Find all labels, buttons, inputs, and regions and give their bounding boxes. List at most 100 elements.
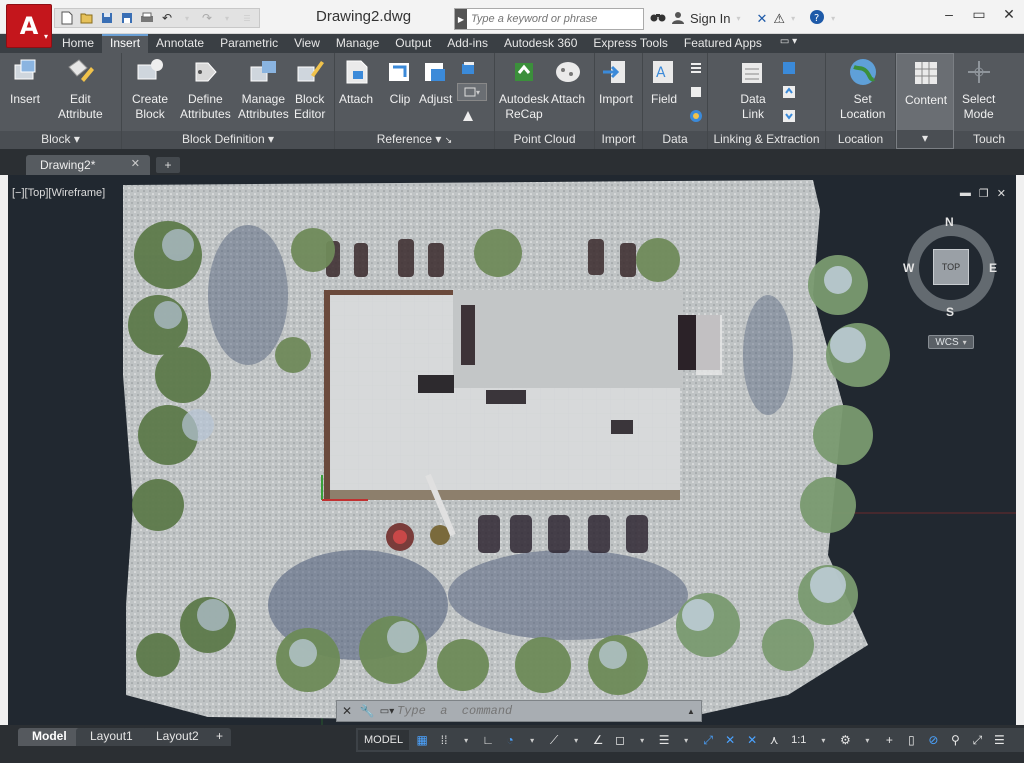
snap-icon[interactable]: ⁞⁞ bbox=[435, 730, 453, 750]
customization-menu-icon[interactable]: ☰ bbox=[990, 730, 1008, 750]
isodraft-dropdown-icon[interactable]: ▾ bbox=[567, 730, 585, 750]
object-snap-icon[interactable]: ◻ bbox=[611, 730, 629, 750]
ortho-icon[interactable]: ∟ bbox=[479, 730, 497, 750]
undo-dropdown-icon[interactable]: ▾ bbox=[178, 9, 196, 27]
polar-dropdown-icon[interactable]: ▾ bbox=[523, 730, 541, 750]
customize-qat-icon[interactable]: ☰ bbox=[238, 9, 256, 27]
tab-annotate[interactable]: Annotate bbox=[148, 34, 212, 53]
tab-insert[interactable]: Insert bbox=[102, 34, 149, 53]
compass-north[interactable]: N bbox=[945, 215, 954, 229]
hyperlink-icon[interactable] bbox=[687, 107, 705, 125]
extract-data-icon[interactable] bbox=[780, 59, 798, 77]
import-button[interactable]: Import bbox=[599, 57, 633, 107]
layout-tab-layout2[interactable]: Layout2 bbox=[142, 728, 213, 746]
sign-in-link[interactable]: Sign In bbox=[690, 11, 730, 26]
maximize-icon[interactable]: ▭ bbox=[964, 0, 994, 28]
clip-button[interactable]: Clip bbox=[385, 57, 415, 107]
define-attributes-button[interactable]: Define Attributes bbox=[180, 57, 231, 122]
adjust-button[interactable]: Adjust bbox=[419, 57, 452, 107]
panel-touch-title[interactable]: Touch bbox=[954, 131, 1024, 149]
viewport-close-icon[interactable]: ✕ bbox=[997, 187, 1006, 200]
new-tab-button[interactable]: + bbox=[156, 157, 180, 173]
command-prompt-icon[interactable]: ▭▾ bbox=[377, 701, 397, 721]
new-file-icon[interactable] bbox=[58, 9, 76, 27]
command-input[interactable] bbox=[397, 704, 687, 718]
create-block-button[interactable]: Create Block bbox=[132, 57, 168, 122]
polar-tracking-icon[interactable]: ◔ bbox=[501, 730, 519, 750]
layout-tab-layout1[interactable]: Layout1 bbox=[76, 728, 147, 746]
frames-vary-dropdown[interactable]: ▾ bbox=[457, 83, 487, 101]
command-settings-wrench-icon[interactable]: 🔧 bbox=[357, 701, 377, 721]
annotation-monitor-icon[interactable]: + bbox=[880, 730, 898, 750]
help-dropdown-icon[interactable]: ▾ bbox=[831, 14, 835, 23]
user-icon[interactable] bbox=[672, 11, 684, 27]
update-fields-icon[interactable] bbox=[687, 59, 705, 77]
tab-express-tools[interactable]: Express Tools bbox=[585, 34, 675, 53]
a360-dropdown-icon[interactable]: ▾ bbox=[791, 14, 795, 23]
insert-block-button[interactable]: Insert bbox=[10, 57, 40, 107]
workspace-dropdown-icon[interactable]: ▾ bbox=[858, 730, 876, 750]
content-button[interactable]: Content bbox=[905, 58, 947, 108]
tab-manage[interactable]: Manage bbox=[328, 34, 387, 53]
snap-dropdown-icon[interactable]: ▾ bbox=[457, 730, 475, 750]
upload-to-source-icon[interactable] bbox=[780, 83, 798, 101]
redo-dropdown-icon[interactable]: ▾ bbox=[218, 9, 236, 27]
command-close-icon[interactable]: ✕ bbox=[337, 701, 357, 721]
grid-icon[interactable]: ▦ bbox=[413, 730, 431, 750]
panel-linking-title[interactable]: Linking & Extraction bbox=[708, 131, 825, 149]
minimize-icon[interactable]: – bbox=[934, 0, 964, 28]
viewcube[interactable]: TOP N S W E bbox=[901, 215, 1001, 325]
search-input[interactable] bbox=[467, 13, 637, 25]
tab-output[interactable]: Output bbox=[387, 34, 439, 53]
application-menu-button[interactable]: A ▾ bbox=[6, 4, 52, 48]
plot-icon[interactable] bbox=[138, 9, 156, 27]
panel-data-title[interactable]: Data bbox=[643, 131, 707, 149]
panel-reference-title[interactable]: Reference ▾ ↘ bbox=[335, 131, 494, 149]
annotation-visibility-icon[interactable]: ✕ bbox=[721, 730, 739, 750]
units-icon[interactable]: ▯ bbox=[902, 730, 920, 750]
underlay-layers-icon[interactable] bbox=[459, 59, 477, 77]
attach-reference-button[interactable]: Attach bbox=[339, 57, 373, 107]
a360-icon[interactable]: ⚠ bbox=[773, 11, 785, 27]
compass-west[interactable]: W bbox=[903, 261, 914, 275]
hardware-acceleration-icon[interactable]: ⊘ bbox=[924, 730, 942, 750]
panel-import-title[interactable]: Import bbox=[595, 131, 642, 149]
edit-attribute-button[interactable]: Edit Attribute bbox=[58, 57, 103, 122]
autodesk-recap-button[interactable]: Autodesk ReCap bbox=[499, 57, 549, 122]
manage-attributes-button[interactable]: Manage Attributes bbox=[238, 57, 289, 122]
ole-object-icon[interactable] bbox=[687, 83, 705, 101]
attach-point-cloud-button[interactable]: Attach bbox=[551, 57, 585, 107]
dynamic-ucs-icon[interactable]: ⤢ bbox=[699, 730, 717, 750]
ucs-dropdown[interactable]: WCS ▾ bbox=[928, 335, 974, 349]
viewcube-face-top[interactable]: TOP bbox=[933, 249, 969, 285]
viewport-minimize-icon[interactable]: ▬ bbox=[960, 187, 971, 200]
panel-block-definition-title[interactable]: Block Definition ▾ bbox=[122, 131, 334, 149]
object-snap-dropdown-icon[interactable]: ▾ bbox=[633, 730, 651, 750]
lineweight-dropdown-icon[interactable]: ▾ bbox=[677, 730, 695, 750]
tab-view[interactable]: View bbox=[286, 34, 328, 53]
drawing-area[interactable]: [−][Top][Wireframe] ▬ ❐ ✕ TOP N S W E WC… bbox=[8, 175, 1016, 725]
panel-content-title[interactable]: ▾ bbox=[897, 130, 953, 148]
snap-to-underlays-icon[interactable] bbox=[459, 107, 477, 125]
redo-icon[interactable]: ↷ bbox=[198, 9, 216, 27]
command-history-icon[interactable]: ▲ bbox=[687, 707, 701, 716]
help-icon[interactable]: ? bbox=[809, 9, 825, 28]
isodraft-icon[interactable]: ⟋ bbox=[545, 730, 563, 750]
sign-in-dropdown-icon[interactable]: ▾ bbox=[736, 14, 740, 23]
document-tab[interactable]: Drawing2* ✕ bbox=[26, 155, 150, 175]
set-location-button[interactable]: Set Location bbox=[840, 57, 885, 122]
compass-east[interactable]: E bbox=[989, 261, 997, 275]
panel-point-cloud-title[interactable]: Point Cloud bbox=[495, 131, 594, 149]
viewport-label[interactable]: [−][Top][Wireframe] bbox=[12, 187, 105, 199]
download-from-source-icon[interactable] bbox=[780, 107, 798, 125]
auto-scale-icon[interactable]: ✕ bbox=[743, 730, 761, 750]
exchange-apps-icon[interactable]: ✕ bbox=[757, 11, 768, 27]
compass-south[interactable]: S bbox=[946, 305, 954, 319]
layout-tab-model[interactable]: Model bbox=[18, 728, 81, 746]
block-editor-button[interactable]: Block Editor bbox=[294, 57, 325, 122]
tab-parametric[interactable]: Parametric bbox=[212, 34, 286, 53]
lineweight-icon[interactable]: ☰ bbox=[655, 730, 673, 750]
workspace-gear-icon[interactable]: ⚙ bbox=[836, 730, 854, 750]
new-layout-button[interactable]: + bbox=[208, 728, 232, 746]
tab-add-ins[interactable]: Add-ins bbox=[439, 34, 496, 53]
